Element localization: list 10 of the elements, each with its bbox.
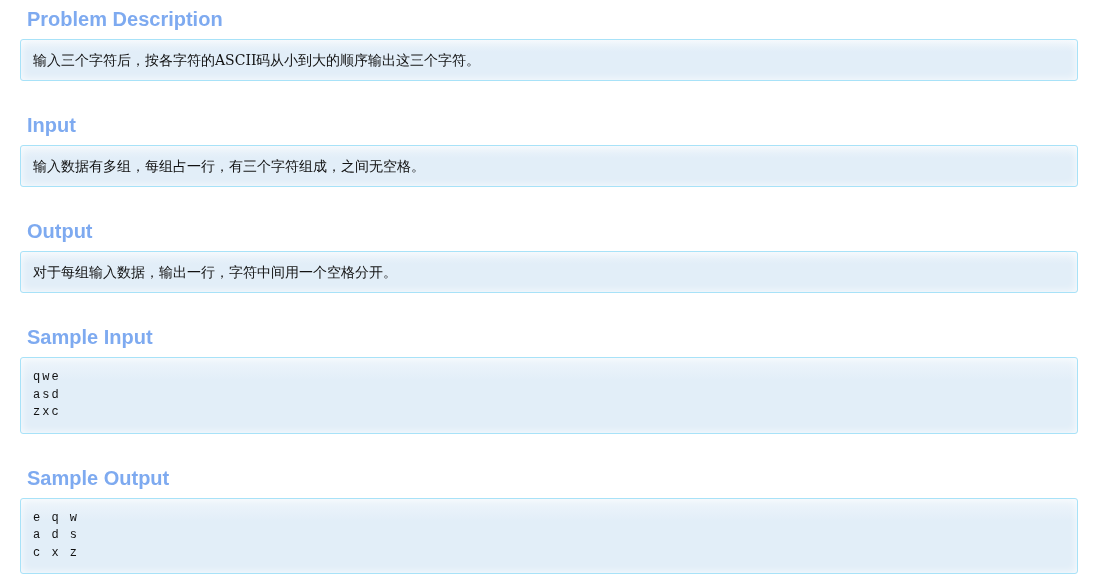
section-heading: Problem Description [26,7,223,31]
description-text: 对于每组输入数据，输出一行，字符中间用一个空格分开。 [33,264,397,280]
description-text: 输入三个字符后，按各字符的ASCII码从小到大的顺序输出这三个字符。 [33,52,481,68]
sample-text: e q w a d s c x z [33,509,79,562]
description-text: 输入数据有多组，每组占一行，有三个字符组成，之间无空格。 [33,158,425,174]
section-heading: Sample Input [26,325,153,349]
section-heading: Sample Output [26,465,170,490]
section-heading: Input [26,113,76,137]
sample-text: qwe asd zxc [33,369,61,421]
section-heading: Output [26,219,93,243]
